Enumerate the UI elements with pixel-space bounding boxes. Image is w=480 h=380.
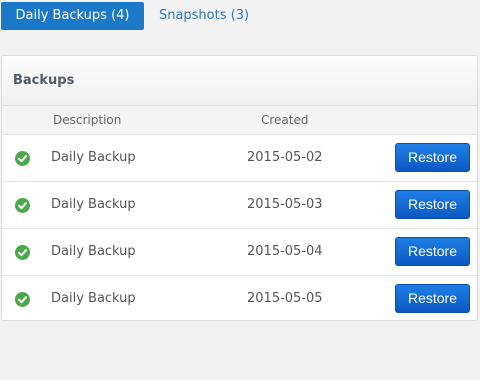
column-header-description: Description xyxy=(53,113,122,127)
backup-description: Daily Backup xyxy=(51,244,136,259)
backup-created-date: 2015-05-03 xyxy=(247,197,323,212)
table-row: Daily Backup 2015-05-02 Restore xyxy=(2,135,477,182)
backup-tabs: Daily Backups (4) Snapshots (3) xyxy=(0,0,480,34)
check-circle-icon xyxy=(15,245,30,260)
tab-snapshots[interactable]: Snapshots (3) xyxy=(152,2,256,30)
column-header-created: Created xyxy=(261,113,309,127)
backup-created-date: 2015-05-02 xyxy=(247,150,323,165)
backup-description: Daily Backup xyxy=(51,150,136,165)
table-row: Daily Backup 2015-05-04 Restore xyxy=(2,229,477,276)
backup-description: Daily Backup xyxy=(51,291,136,306)
table-row: Daily Backup 2015-05-03 Restore xyxy=(2,182,477,229)
backup-created-date: 2015-05-04 xyxy=(247,244,323,259)
backup-description: Daily Backup xyxy=(51,197,136,212)
restore-button[interactable]: Restore xyxy=(395,143,470,172)
backups-panel: Backups Description Created Daily Backup… xyxy=(1,55,478,321)
table-header: Description Created xyxy=(2,106,477,135)
restore-button[interactable]: Restore xyxy=(395,284,470,313)
table-row: Daily Backup 2015-05-05 Restore xyxy=(2,276,477,320)
restore-button[interactable]: Restore xyxy=(395,237,470,266)
check-circle-icon xyxy=(15,198,30,213)
check-circle-icon xyxy=(15,292,30,307)
restore-button[interactable]: Restore xyxy=(395,190,470,219)
backup-created-date: 2015-05-05 xyxy=(247,291,323,306)
tab-daily-backups[interactable]: Daily Backups (4) xyxy=(1,2,144,30)
panel-title: Backups xyxy=(2,56,477,106)
check-circle-icon xyxy=(15,151,30,166)
